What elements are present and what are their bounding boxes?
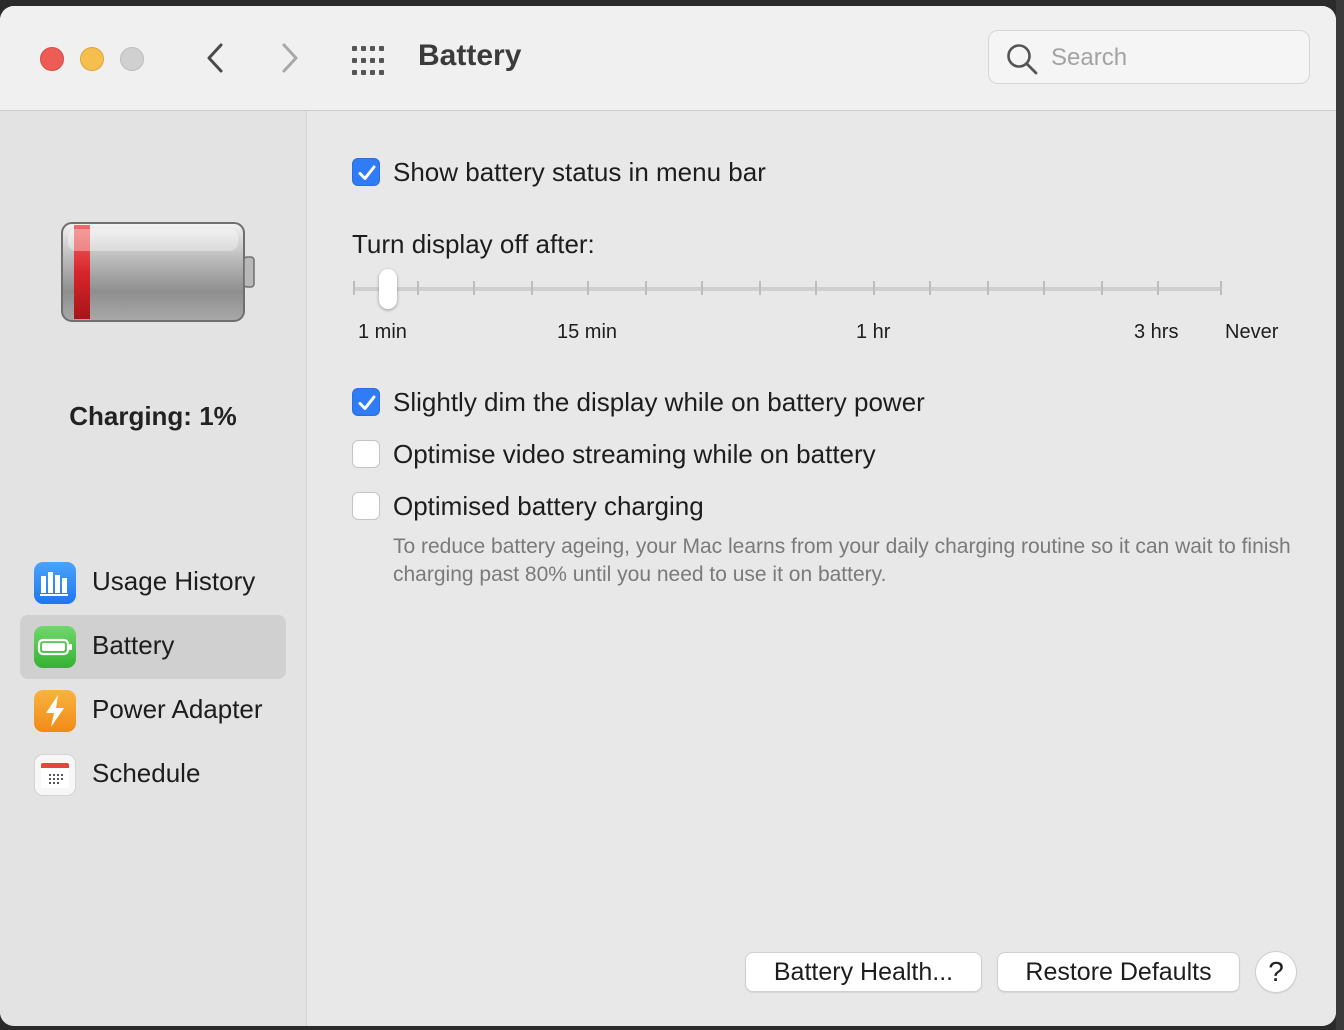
window-title: Battery bbox=[418, 39, 522, 72]
restore-defaults-button[interactable]: Restore Defaults bbox=[997, 952, 1240, 992]
help-button[interactable]: ? bbox=[1255, 951, 1297, 993]
slider-tick bbox=[473, 281, 475, 295]
dim-display-label: Slightly dim the display while on batter… bbox=[393, 387, 925, 417]
slider-tick bbox=[353, 281, 355, 295]
grid-icon bbox=[352, 46, 384, 75]
lightning-icon bbox=[34, 690, 76, 732]
tick-label-1-min: 1 min bbox=[358, 321, 407, 343]
optimised-charging-checkbox[interactable] bbox=[352, 492, 380, 520]
slider-tick bbox=[587, 281, 589, 295]
slider-tick bbox=[1157, 281, 1159, 295]
checkmark-icon bbox=[358, 165, 376, 180]
dim-display-checkbox[interactable] bbox=[352, 388, 380, 416]
sidebar: Charging: 1% Usage History Battery Power… bbox=[0, 111, 307, 1026]
tick-label-3-hrs: 3 hrs bbox=[1134, 321, 1179, 343]
optimised-charging-label: Optimised battery charging bbox=[393, 491, 704, 521]
tick-label-15-min: 15 min bbox=[557, 321, 618, 343]
minimize-button[interactable] bbox=[80, 47, 104, 71]
battery-health-button[interactable]: Battery Health... bbox=[745, 952, 982, 992]
search-field[interactable] bbox=[988, 30, 1310, 84]
close-button[interactable] bbox=[40, 47, 64, 71]
display-off-slider-knob[interactable] bbox=[379, 269, 397, 309]
slider-tick bbox=[531, 281, 533, 295]
slider-tick bbox=[987, 281, 989, 295]
forward-button[interactable] bbox=[272, 40, 308, 76]
sidebar-item-power-adapter[interactable]: Power Adapter bbox=[20, 679, 286, 743]
calendar-icon bbox=[34, 754, 76, 796]
search-input[interactable] bbox=[1049, 41, 1293, 75]
video-streaming-label: Optimise video streaming while on batter… bbox=[393, 439, 876, 469]
back-button[interactable] bbox=[198, 40, 234, 76]
chevron-left-icon bbox=[207, 43, 223, 73]
slider-tick bbox=[1101, 281, 1103, 295]
video-streaming-checkbox[interactable] bbox=[352, 440, 380, 468]
sidebar-item-label: Power Adapter bbox=[92, 694, 263, 724]
show-all-button[interactable] bbox=[350, 45, 390, 77]
sidebar-item-label: Battery bbox=[92, 630, 175, 660]
bar-chart-icon bbox=[34, 562, 76, 604]
display-off-slider-track[interactable] bbox=[354, 287, 1222, 291]
show-battery-status-label: Show battery status in menu bar bbox=[393, 157, 766, 187]
zoom-button[interactable] bbox=[120, 47, 144, 71]
sidebar-item-battery[interactable]: Battery bbox=[20, 615, 286, 679]
slider-tick bbox=[929, 281, 931, 295]
slider-tick bbox=[759, 281, 761, 295]
battery-settings-pane: Show battery status in menu bar Turn dis… bbox=[307, 111, 1336, 1026]
background-window-edge bbox=[1336, 0, 1344, 1030]
slider-tick bbox=[701, 281, 703, 295]
tick-label-never: Never bbox=[1225, 321, 1279, 343]
battery-icon bbox=[34, 626, 76, 668]
slider-tick bbox=[417, 281, 419, 295]
chevron-right-icon bbox=[282, 43, 298, 73]
optimised-charging-description: To reduce battery ageing, your Mac learn… bbox=[393, 535, 1291, 586]
slider-tick bbox=[815, 281, 817, 295]
tick-label-1-hr: 1 hr bbox=[856, 321, 891, 343]
sidebar-item-label: Usage History bbox=[92, 566, 256, 596]
sidebar-item-usage-history[interactable]: Usage History bbox=[20, 551, 286, 615]
title-bar: Battery bbox=[0, 6, 1336, 111]
preferences-window: Battery Search Charging: 1% Usage Histor… bbox=[0, 6, 1336, 1026]
battery-status-icon bbox=[61, 222, 255, 322]
show-battery-status-checkbox[interactable] bbox=[352, 158, 380, 186]
checkmark-icon bbox=[358, 395, 376, 410]
sidebar-item-schedule[interactable]: Schedule bbox=[20, 743, 286, 807]
charging-status: Charging: 1% bbox=[69, 401, 237, 431]
display-off-title: Turn display off after: bbox=[352, 229, 595, 259]
slider-tick bbox=[873, 281, 875, 295]
slider-tick bbox=[645, 281, 647, 295]
slider-tick bbox=[1220, 281, 1222, 295]
search-icon bbox=[1007, 44, 1038, 75]
sidebar-item-label: Schedule bbox=[92, 758, 201, 788]
slider-tick bbox=[1043, 281, 1045, 295]
